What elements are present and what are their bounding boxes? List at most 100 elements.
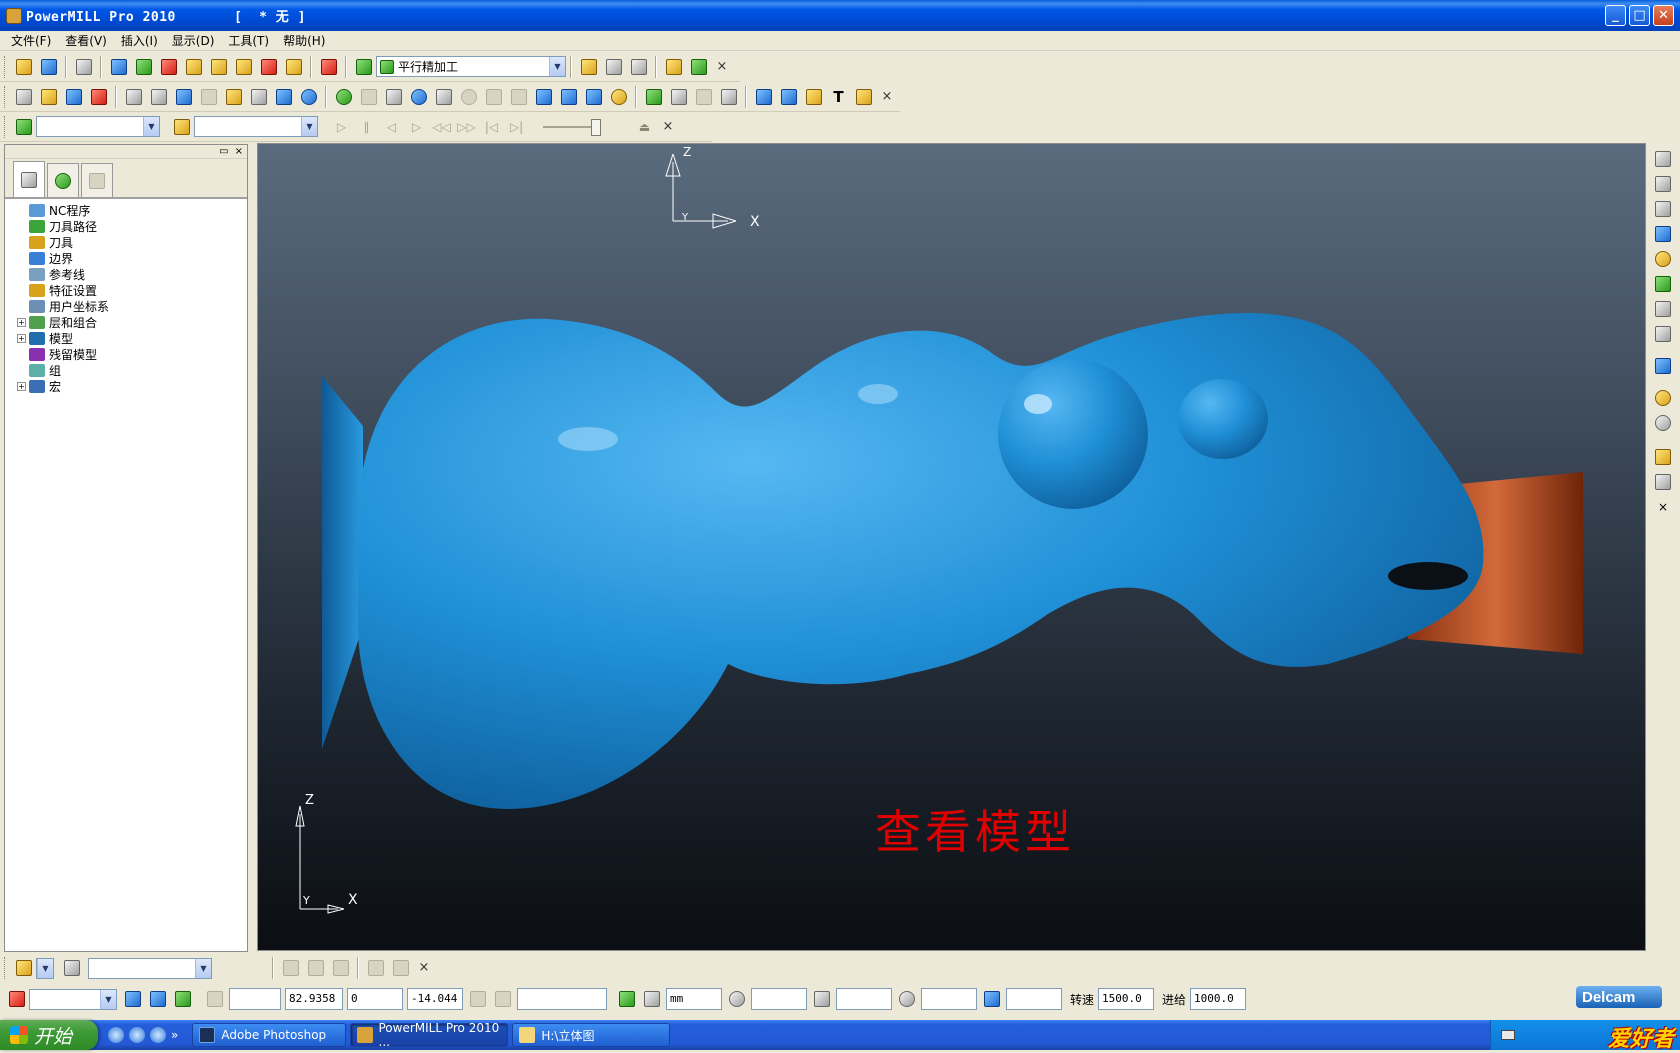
view-iso-button[interactable] [1652,222,1675,245]
move-button[interactable] [532,85,555,108]
save-model-button[interactable] [62,85,85,108]
tool-field[interactable] [836,988,892,1010]
units-field[interactable]: mm [666,988,722,1010]
toolbar-grip[interactable] [4,957,7,979]
draft-shade-button[interactable] [222,85,245,108]
gourd-bulb[interactable] [998,359,1148,509]
reset-view-button[interactable] [1652,322,1675,345]
sim-tool-combo[interactable]: ▼ [194,116,318,137]
chevron-down-icon[interactable]: ▼ [549,57,565,76]
x-coordinate[interactable]: 82.9358 [285,988,343,1010]
menu-file[interactable]: 文件(F) [4,32,58,49]
simulate-button[interactable] [317,55,340,78]
rapid-move-button[interactable] [132,55,155,78]
strategy-combo[interactable]: 平行精加工 ▼ [376,56,566,77]
play-button[interactable]: ▷ [330,115,353,138]
view-front-button[interactable] [1652,172,1675,195]
tree-node[interactable]: + 层和组合 [17,314,247,330]
snap-field[interactable] [517,988,607,1010]
abc-button[interactable] [272,85,295,108]
y-coordinate[interactable]: 0 [347,988,403,1010]
stock-model-button[interactable] [752,85,775,108]
chevron-down-icon[interactable]: ▼ [100,989,116,1009]
feed-rate-field[interactable]: 1000.0 [1190,988,1247,1010]
lasso-button[interactable] [1652,470,1675,493]
viewbar-close-button[interactable]: × [1652,495,1675,518]
graphics-viewport[interactable]: Z X Y Z X Y 查看模型 [257,143,1646,951]
tree-node[interactable]: NC程序 [17,202,247,218]
toolpath-strategy-button[interactable] [282,55,305,78]
shade-button[interactable] [1652,386,1675,409]
tab-explorer[interactable] [13,161,45,197]
save-project-button[interactable] [37,55,60,78]
maximize-button[interactable]: □ [1629,5,1650,26]
checkmark-button[interactable] [329,957,352,980]
menu-insert[interactable]: 插入(I) [114,32,165,49]
sim-speed-slider[interactable] [543,117,603,137]
start-button[interactable]: 开始 [0,1020,98,1050]
axis-button[interactable] [717,85,740,108]
units-button[interactable] [640,988,663,1011]
slider-thumb[interactable] [591,118,601,136]
calculator-button[interactable] [602,55,625,78]
open-model-button[interactable] [37,85,60,108]
feeds-speeds-button[interactable] [157,55,180,78]
workplane-combo[interactable]: ▼ [29,988,117,1010]
tool-status-button[interactable] [810,988,833,1011]
tree-node[interactable]: 特征设置 [17,282,247,298]
block-button[interactable] [107,55,130,78]
surface-button[interactable] [777,85,800,108]
spindle-speed-field[interactable]: 1500.0 [1098,988,1155,1010]
minimize-button[interactable]: _ [1605,5,1626,26]
solid-button[interactable] [802,85,825,108]
align-bottom-button[interactable] [432,85,455,108]
quick-launch-more[interactable]: » [171,1028,178,1042]
tree-node[interactable]: 边界 [17,250,247,266]
rotate-button[interactable] [557,85,580,108]
expand-icon[interactable]: + [17,381,26,391]
grid-button[interactable] [203,988,226,1011]
diameter-button[interactable] [895,988,918,1011]
workplane-button[interactable] [662,55,685,78]
eject-button[interactable]: ⏏ [633,115,656,138]
tree-node[interactable]: + 宏 [17,378,247,394]
info-button[interactable] [297,85,320,108]
nc-program-combo[interactable]: ▼ [88,957,212,979]
refresh-button[interactable] [1652,272,1675,295]
keyboard-icon[interactable] [1501,1030,1515,1040]
scale-button[interactable] [582,85,605,108]
wireframe-button[interactable] [197,85,220,108]
toolbar-grip[interactable] [4,115,7,138]
minimum-radius-button[interactable] [247,85,270,108]
tree-node[interactable]: 参考线 [17,266,247,282]
end-point-button[interactable] [232,55,255,78]
tab-help[interactable] [81,163,113,197]
chevron-down-icon[interactable]: ▼ [195,958,211,978]
gourd-knob[interactable] [1178,379,1268,459]
ie-icon[interactable] [129,1027,145,1043]
block-status-button[interactable] [121,988,144,1011]
delete-feature-button[interactable] [389,957,412,980]
pencil-button[interactable] [364,957,387,980]
open-project-button[interactable] [12,55,35,78]
nc-program-button[interactable] [12,957,35,980]
tree-node[interactable]: + 模型 [17,330,247,346]
z-coordinate[interactable]: -14.044 [407,988,463,1010]
zoom-button[interactable] [1652,247,1675,270]
workplane-status-button[interactable] [5,988,28,1011]
print-button[interactable] [72,55,95,78]
table-button[interactable] [507,85,530,108]
workplane-button[interactable] [852,85,875,108]
link-button[interactable] [692,85,715,108]
block-cyl-button[interactable] [171,988,194,1011]
tree-node[interactable]: 组 [17,362,247,378]
measure-button[interactable] [627,55,650,78]
pause-button[interactable]: ∥ [355,115,378,138]
sim-tool-button[interactable] [170,115,193,138]
corner-radius-button[interactable] [980,988,1003,1011]
zoom-box-button[interactable] [1652,297,1675,320]
gourd-model[interactable] [358,313,1484,809]
browser-icon[interactable] [108,1027,124,1043]
tool-axis-button[interactable] [257,55,280,78]
sim-toolpath-combo[interactable]: ▼ [36,116,160,137]
